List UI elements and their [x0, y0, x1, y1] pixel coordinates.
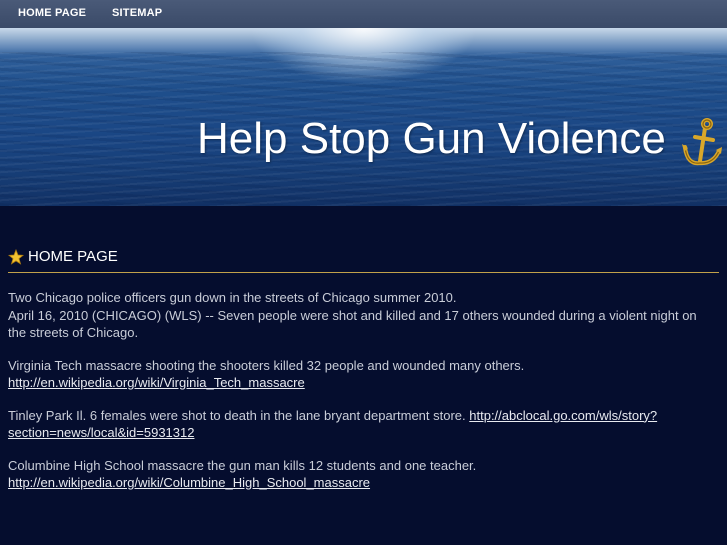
main-content: Two Chicago police officers gun down in …: [8, 289, 708, 507]
star-icon: [8, 249, 24, 265]
paragraph-text: Virginia Tech massacre shooting the shoo…: [8, 357, 525, 373]
paragraph-tinley-park: Tinley Park Il. 6 females were shot to d…: [8, 407, 708, 442]
paragraph-text: Two Chicago police officers gun down in …: [8, 290, 457, 305]
paragraph-columbine: Columbine High School massacre the gun m…: [8, 457, 708, 492]
columbine-link[interactable]: http://en.wikipedia.org/wiki/Columbine_H…: [8, 475, 370, 490]
paragraph-text: April 16, 2010 (CHICAGO) (WLS) -- Seven …: [8, 307, 697, 341]
top-navigation: HOME PAGE SITEMAP: [0, 0, 727, 29]
page-heading-row: HOME PAGE: [8, 248, 719, 273]
paragraph-text: Columbine High School massacre the gun m…: [8, 457, 477, 473]
virginia-tech-link[interactable]: http://en.wikipedia.org/wiki/Virginia_Te…: [8, 375, 305, 390]
page-title: HOME PAGE: [28, 248, 118, 265]
paragraph-virginia-tech: Virginia Tech massacre shooting the shoo…: [8, 357, 708, 392]
nav-sitemap-link[interactable]: SITEMAP: [112, 7, 162, 19]
anchor-icon: [682, 118, 722, 166]
nav-home-link[interactable]: HOME PAGE: [18, 7, 86, 19]
paragraph-text: Tinley Park Il. 6 females were shot to d…: [8, 407, 470, 423]
header-banner: Help Stop Gun Violence: [0, 28, 727, 206]
site-title: Help Stop Gun Violence: [197, 114, 666, 163]
paragraph-chicago: Two Chicago police officers gun down in …: [8, 289, 708, 342]
